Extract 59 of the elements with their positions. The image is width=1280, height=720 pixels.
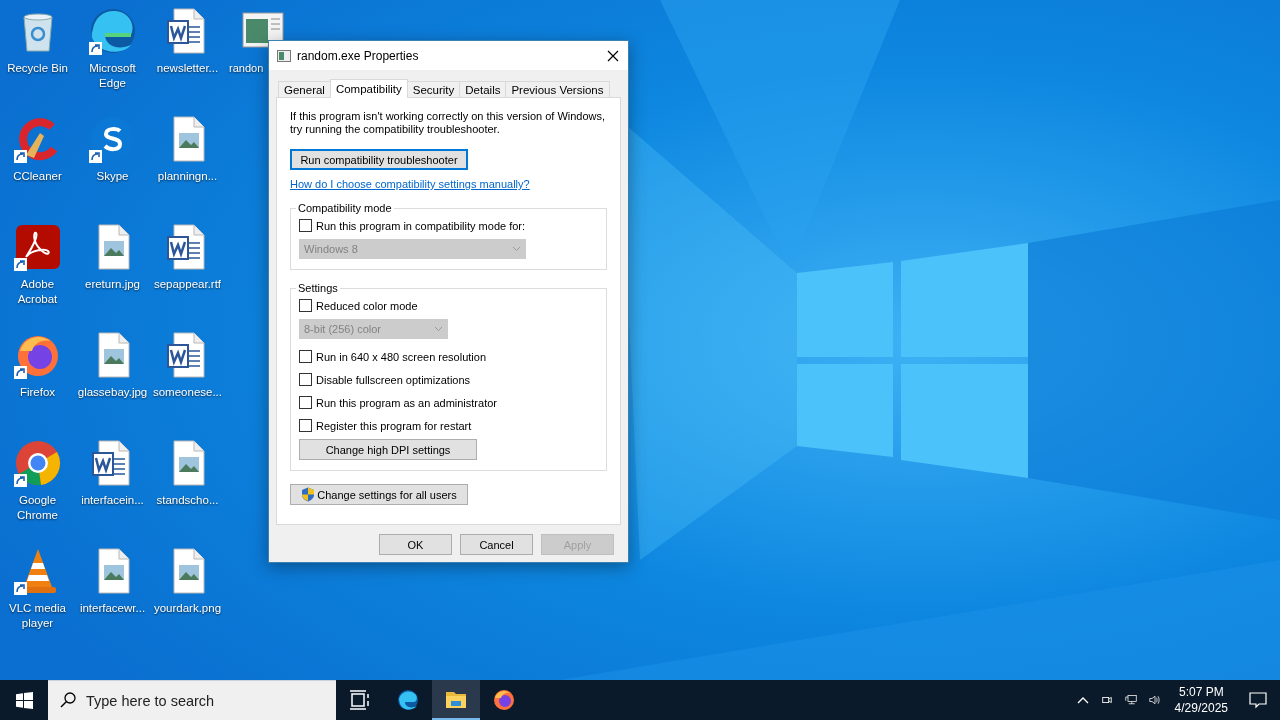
- icon-label: glassebay.jpg: [77, 385, 148, 400]
- icon-label: planningn...: [157, 169, 218, 184]
- search-icon: [60, 692, 76, 708]
- icon-label: CCleaner: [13, 169, 62, 184]
- fox-globe-icon: [493, 689, 515, 711]
- help-link[interactable]: How do I choose compatibility settings manually?: [290, 178, 607, 190]
- window-title: random.exe Properties: [297, 48, 420, 63]
- windows-logo-icon: [15, 691, 33, 709]
- checkbox-label: Register this program for restart: [316, 419, 472, 432]
- caret-icon: [434, 326, 443, 332]
- checkbox-label: Disable fullscreen optimizations: [316, 373, 471, 386]
- checkbox-label: Run in 640 x 480 screen resolution: [316, 350, 486, 363]
- icon-label: yourdark.png: [153, 601, 222, 616]
- checkbox[interactable]: [299, 419, 312, 432]
- tab[interactable]: Compatibility: [329, 79, 408, 98]
- icon-label: ereturn.jpg: [85, 277, 140, 292]
- icon-label: sepappear.rtf: [153, 277, 222, 292]
- checkbox-label: Reduced color mode: [316, 299, 418, 312]
- tab[interactable]: Previous Versions: [505, 81, 610, 98]
- dpi-settings-button[interactable]: Change high DPI settings: [299, 439, 477, 460]
- icon-label: interfacewr...: [79, 601, 146, 616]
- troubleshooter-button[interactable]: Run compatibility troubleshooter: [290, 149, 468, 170]
- checkbox-label: Run this program in compatibility mode for:: [316, 219, 526, 232]
- checkbox-label: Run this program as an administrator: [316, 396, 497, 409]
- icon-label: Adobe Acrobat: [16, 277, 59, 307]
- icon-label: VLC media player: [8, 601, 67, 631]
- task-view-icon: [349, 689, 371, 711]
- icon-label: interfacein...: [81, 493, 144, 508]
- checkbox[interactable]: [299, 373, 312, 386]
- icon-label: randon: [229, 61, 264, 76]
- dialog-button[interactable]: OK: [379, 534, 452, 555]
- time-text: 5:07 PM: [1178, 684, 1224, 700]
- icon-label: Microsoft Edge: [88, 61, 137, 91]
- icon-label: Skype: [96, 169, 129, 184]
- shield-icon: [301, 487, 316, 502]
- checkbox[interactable]: [299, 299, 312, 312]
- date-text: 4/29/2025: [1174, 700, 1228, 716]
- close-icon: [607, 49, 619, 62]
- icon-label: newsletter...: [156, 61, 219, 76]
- group-title: Compatibility mode: [297, 202, 393, 214]
- checkbox[interactable]: [299, 219, 312, 232]
- group-title: Settings: [297, 282, 339, 294]
- caret-icon: [512, 246, 521, 252]
- icon-label: Recycle Bin: [7, 61, 68, 76]
- tab[interactable]: Security: [406, 81, 461, 98]
- search-field[interactable]: Type here to search: [48, 680, 336, 720]
- icon-label: someonese...: [152, 385, 222, 400]
- icon-label: standscho...: [156, 493, 219, 508]
- all-users-button[interactable]: Change settings for all users: [290, 484, 468, 505]
- intro-text: If this program isn't working correctly on this version of Windows, try running the compatibility troubleshooter.: [290, 110, 607, 136]
- dialog-button[interactable]: Cancel: [460, 534, 533, 555]
- icon-label: Google Chrome: [16, 493, 59, 523]
- wave-logo-icon: [397, 689, 419, 711]
- tab[interactable]: General: [278, 81, 331, 98]
- clock[interactable]: 5:07 PM 4/29/2025: [1166, 684, 1236, 716]
- icon-label: Firefox: [19, 385, 56, 400]
- taskbar-app-button[interactable]: [432, 680, 480, 720]
- checkbox[interactable]: [299, 396, 312, 409]
- checkbox[interactable]: [299, 350, 312, 363]
